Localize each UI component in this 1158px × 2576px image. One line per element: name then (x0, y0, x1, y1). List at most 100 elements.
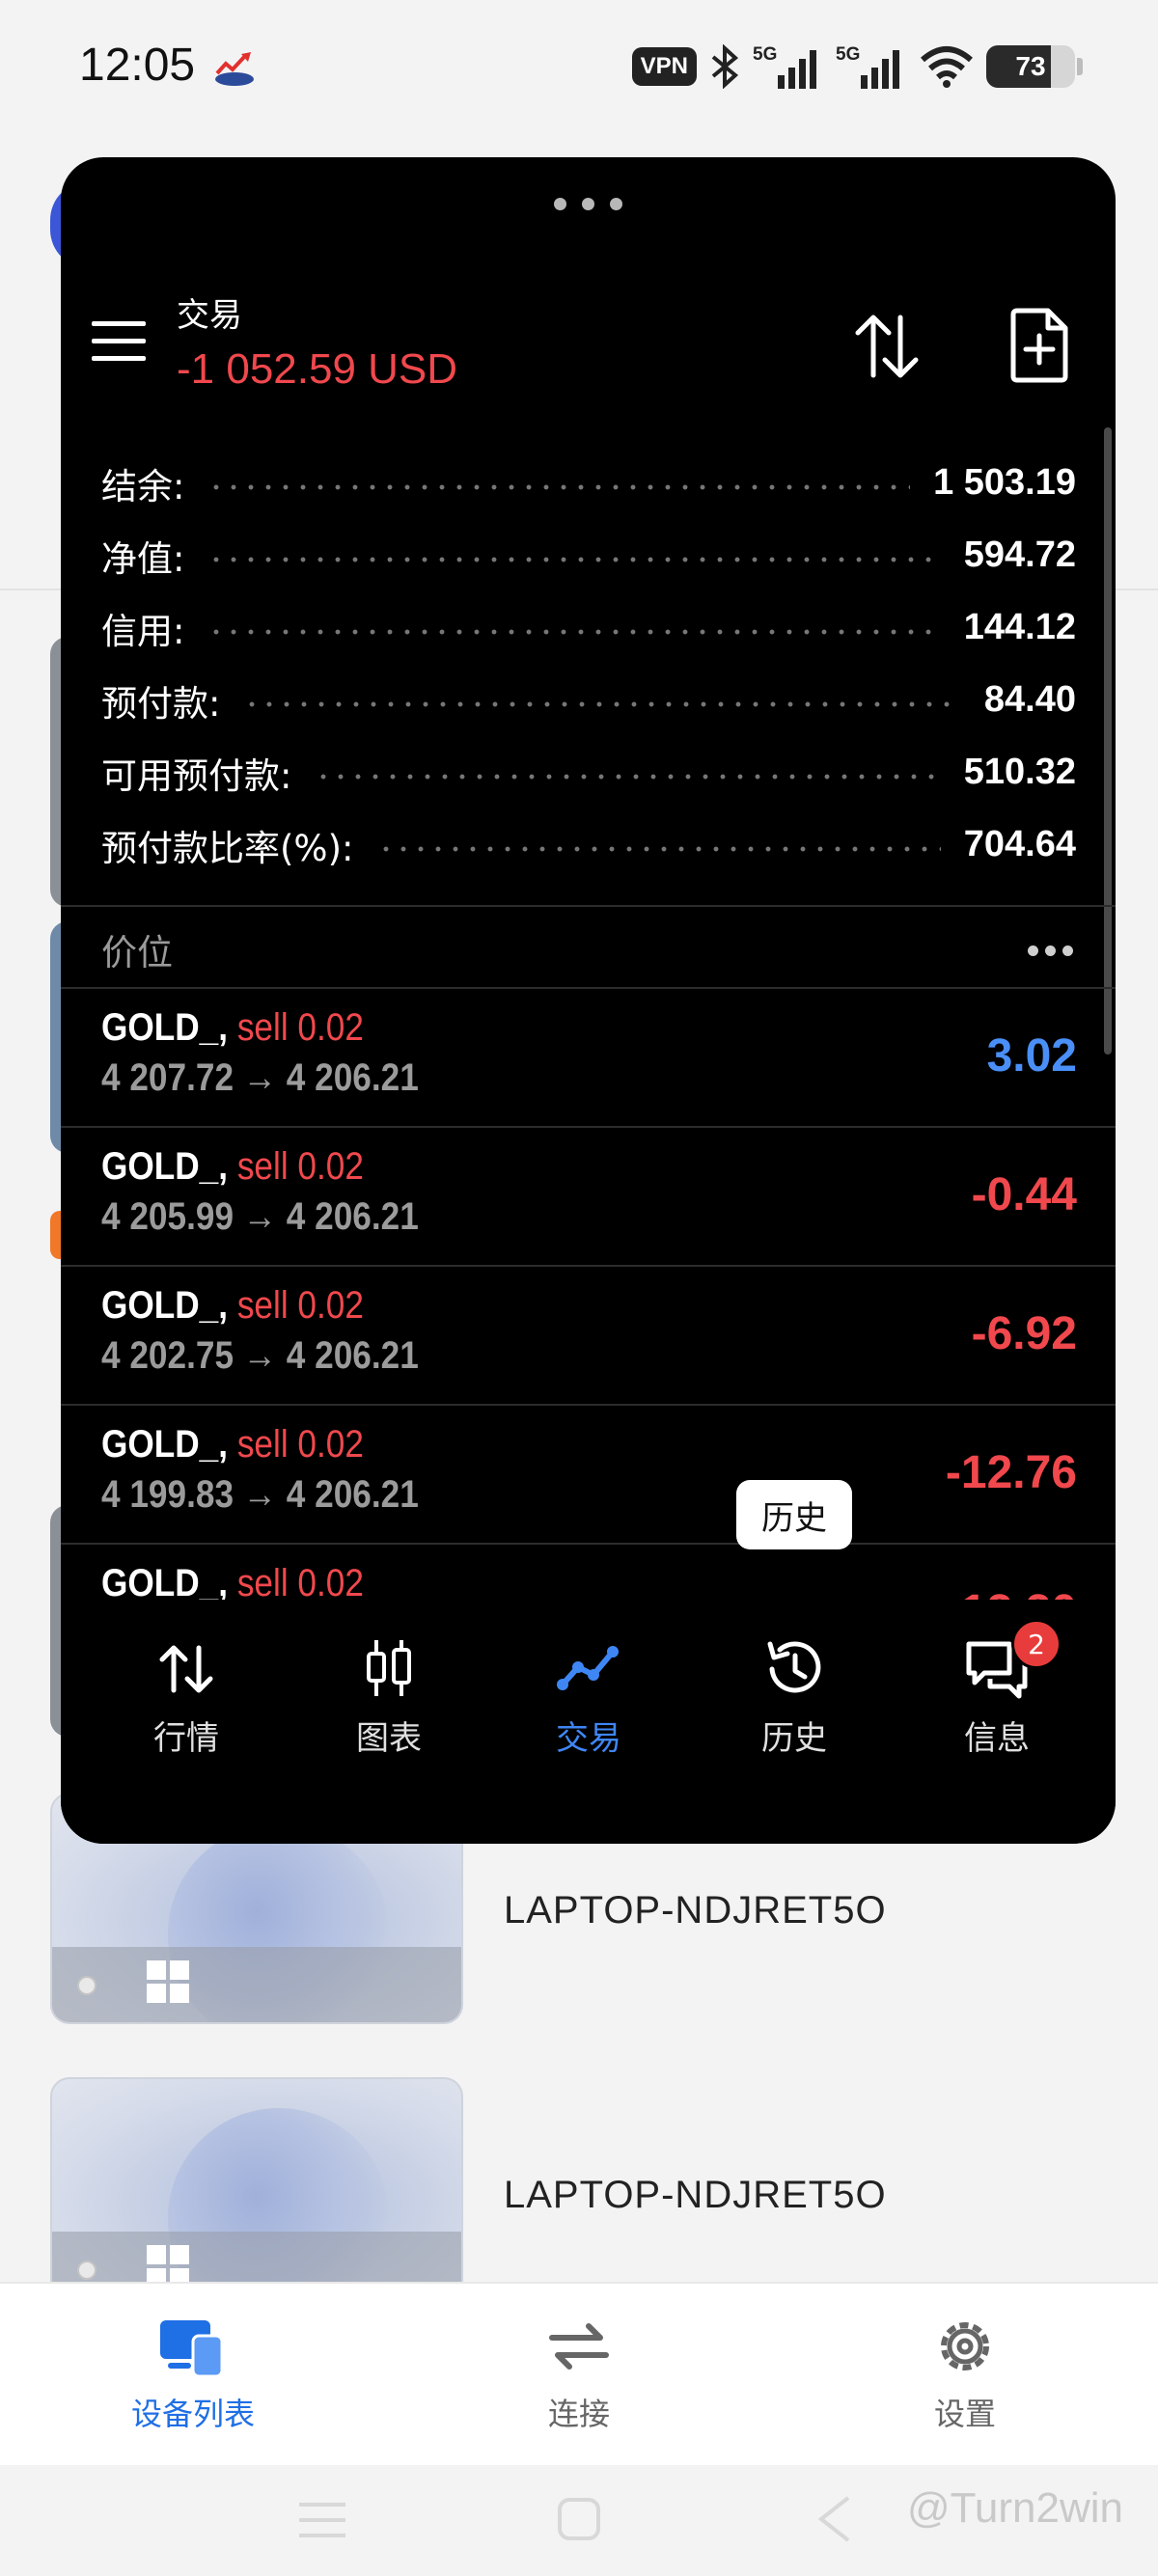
device-status-dot (77, 2261, 96, 2280)
dot-leader (207, 556, 941, 562)
gear-icon (941, 2322, 989, 2370)
position-profit: -6.92 (971, 1308, 1077, 1359)
trade-tab-bar: 行情 图表 交易 历史 信息 2 (61, 1600, 1116, 1844)
thumbnail-status-bar (52, 1947, 461, 2022)
position-row[interactable]: GOLD_, sell 0.02 4 202.75 → 4 206.21 -6.… (61, 1267, 1116, 1404)
position-side: sell 0.02 (236, 1284, 364, 1327)
position-prices: 4 205.99 → 4 206.21 (101, 1195, 419, 1238)
summary-label: 信用: (101, 610, 185, 652)
signal-5g-icon: 5G (753, 44, 816, 89)
position-row[interactable]: GOLD_, sell 0.02 4 207.72 → 4 206.21 3.0… (61, 989, 1116, 1126)
status-icons: VPN 5G 5G 73 (631, 42, 1083, 91)
sort-icon[interactable] (852, 312, 922, 381)
position-symbol-line: GOLD_, sell 0.02 (101, 1145, 364, 1188)
trade-line-icon (557, 1646, 619, 1690)
battery-icon: 73 (986, 45, 1075, 88)
nav-device-list-label: 设备列表 (130, 2396, 255, 2432)
device-thumbnail[interactable] (50, 2077, 463, 2309)
summary-label: 预付款比率(%): (101, 827, 354, 869)
tab-label: 信息 (964, 1719, 1030, 1758)
tab-label: 历史 (761, 1719, 827, 1758)
more-options-icon[interactable] (1021, 942, 1073, 960)
position-prices: 4 207.72 → 4 206.21 (101, 1056, 419, 1099)
tab-label: 图表 (356, 1719, 422, 1758)
dot-leader (376, 845, 941, 852)
position-symbol-line: GOLD_, sell 0.02 (101, 1006, 364, 1049)
scrollbar[interactable] (1104, 427, 1112, 1055)
window-drag-handle[interactable] (61, 196, 1116, 214)
trade-header: 交易 -1 052.59 USD (177, 288, 457, 394)
total-profit: -1 052.59 USD (177, 345, 458, 393)
watermark: @Turn2win (907, 2484, 1123, 2532)
dot-leader (315, 773, 941, 780)
nav-settings-label: 设置 (933, 2396, 996, 2432)
dot-leader (207, 628, 941, 635)
summary-value: 1 503.19 (933, 462, 1076, 503)
menu-icon[interactable] (92, 321, 146, 362)
position-side: sell 0.02 (236, 1562, 364, 1603)
summary-row-balance: 结余: 1 503.19 (101, 447, 1076, 519)
position-row[interactable]: GOLD_, sell 0.02 4 199.83 → 4 206.21 -12… (61, 1406, 1116, 1543)
position-profit: 3.02 (986, 1030, 1077, 1082)
windows-logo-icon (147, 1960, 189, 2003)
svg-text:5G: 5G (836, 44, 860, 65)
bluetooth-icon (711, 44, 739, 89)
summary-label: 可用预付款: (101, 754, 292, 797)
tab-quotes[interactable]: 行情 (109, 1634, 263, 1759)
home-icon[interactable] (556, 2496, 602, 2542)
position-prices: 4 202.75 → 4 206.21 (101, 1334, 419, 1377)
page-title: 交易 (177, 296, 242, 335)
history-tooltip: 历史 (736, 1480, 852, 1549)
nav-connect[interactable]: 连接 (463, 2313, 695, 2434)
connect-arrows-icon (549, 2323, 609, 2370)
summary-row-margin: 预付款: 84.40 (101, 664, 1076, 736)
recent-apps-icon[interactable] (297, 2499, 347, 2541)
status-time: 12:05 (79, 40, 196, 91)
device-status-dot (77, 1976, 96, 1995)
summary-row-margin-level: 预付款比率(%): 704.64 (101, 808, 1076, 881)
device-name: LAPTOP-NDJRET5O (504, 1889, 887, 1932)
divider (61, 905, 1116, 907)
vpn-badge: VPN (631, 47, 697, 86)
battery-percent: 73 (1015, 51, 1046, 81)
wifi-icon (921, 46, 973, 88)
messages-badge: 2 (1011, 1619, 1062, 1669)
dot-leader (243, 700, 961, 707)
device-name: LAPTOP-NDJRET5O (504, 2174, 887, 2216)
nav-connect-label: 连接 (547, 2396, 610, 2432)
svg-text:5G: 5G (753, 44, 777, 65)
tab-history[interactable]: 历史 (717, 1634, 871, 1759)
tab-trade[interactable]: 交易 (511, 1634, 666, 1759)
positions-section-title: 价位 (101, 932, 173, 973)
nav-settings[interactable]: 设置 (849, 2313, 1081, 2434)
quotes-arrows-icon (159, 1645, 213, 1693)
position-side: sell 0.02 (236, 1006, 364, 1049)
position-symbol-line: GOLD_, sell 0.02 (101, 1284, 364, 1327)
summary-value: 84.40 (983, 679, 1076, 720)
position-profit: -0.44 (971, 1169, 1077, 1220)
candlestick-icon (367, 1640, 411, 1696)
device-list-item[interactable]: LAPTOP-NDJRET5O (50, 2077, 1112, 2309)
tab-charts[interactable]: 图表 (312, 1634, 466, 1759)
dot-leader (207, 483, 911, 490)
summary-row-credit: 信用: 144.12 (101, 591, 1076, 664)
tab-label: 行情 (153, 1719, 219, 1758)
summary-value: 510.32 (963, 752, 1076, 792)
nav-device-list[interactable]: 设备列表 (77, 2313, 309, 2434)
bottom-navigation: 设备列表 连接 设置 (0, 2282, 1158, 2465)
back-icon[interactable] (815, 2494, 854, 2544)
new-order-icon[interactable] (1009, 307, 1069, 384)
position-prices: 4 199.83 → 4 206.21 (101, 1473, 419, 1516)
history-clock-icon (767, 1641, 821, 1693)
floating-trade-window[interactable]: 交易 -1 052.59 USD 结余: 1 503.19 净值: 594.72… (61, 157, 1116, 1844)
position-profit: -12.76 (945, 1447, 1077, 1498)
position-symbol-line: GOLD_, sell 0.02 (101, 1562, 364, 1603)
summary-value: 144.12 (963, 607, 1076, 647)
summary-value: 704.64 (963, 824, 1076, 864)
summary-row-equity: 净值: 594.72 (101, 519, 1076, 591)
signal-5g-icon: 5G (836, 44, 899, 89)
summary-label: 净值: (101, 537, 185, 580)
devices-icon (160, 2320, 224, 2378)
position-row[interactable]: GOLD_, sell 0.02 -13.30 (61, 1545, 1116, 1603)
position-row[interactable]: GOLD_, sell 0.02 4 205.99 → 4 206.21 -0.… (61, 1128, 1116, 1265)
